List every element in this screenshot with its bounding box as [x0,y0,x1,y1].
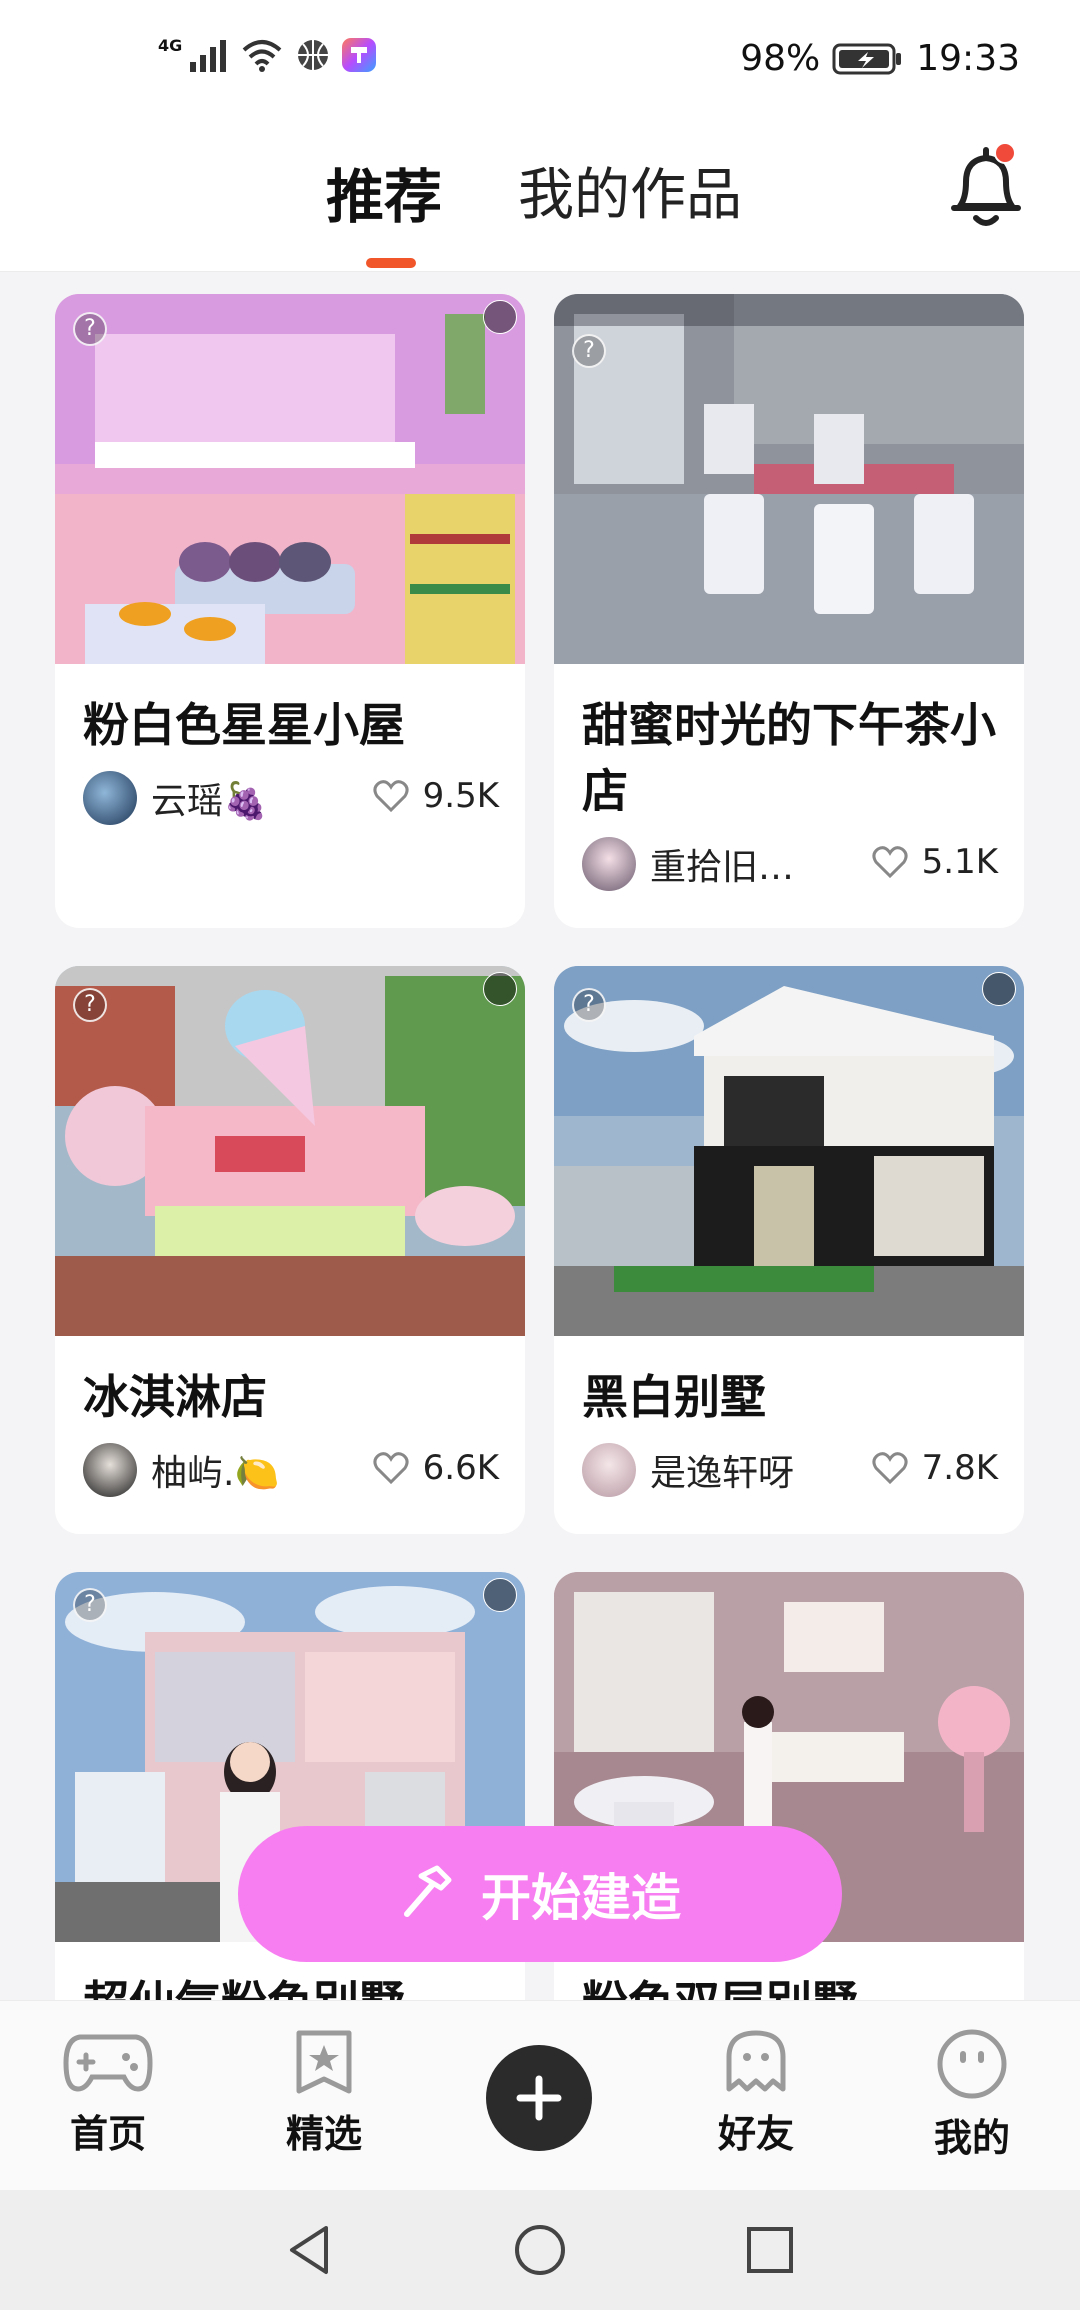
clock: 19:33 [916,38,1020,79]
home-circle-icon[interactable] [510,2220,570,2280]
work-meta: 重拾旧… 5.1K [554,824,1024,904]
work-thumbnail: ? [554,966,1024,1336]
work-title: 冰淇淋店 [83,1370,267,1424]
hammer-icon [404,1865,452,1917]
nav-home[interactable]: 首页 [28,2027,188,2158]
author-name[interactable]: 云瑶🍇 [151,772,268,824]
app-notification-icon [342,38,377,72]
works-feed: ? 粉白色星星小屋 云瑶🍇 9.5K ? 甜蜜时光的下午茶小店 重拾旧… 5.1… [0,272,1080,2000]
system-navigation-bar [0,2190,1080,2310]
avatar[interactable] [83,771,137,825]
battery-charging-icon [832,43,902,74]
heart-icon [373,780,409,812]
nav-label: 首页 [69,2112,146,2156]
basketball-icon [298,40,329,70]
like-count: 9.5K [422,776,499,816]
work-thumbnail: ? [55,294,525,664]
heart-icon [872,846,908,878]
recents-square-icon[interactable] [740,2220,800,2280]
thumb-info-bar [554,294,1024,326]
save-badge-icon [982,972,1016,1006]
nav-me[interactable]: 我的 [892,2027,1052,2162]
tab-my-works[interactable]: 我的作品 [518,150,742,231]
work-title: 黑白别墅 [582,1370,766,1424]
work-card[interactable]: ? 冰淇淋店 柚屿.🍋 6.6K [55,966,525,1534]
author-name[interactable]: 重拾旧… [650,838,794,890]
avatar[interactable] [582,837,636,891]
status-left-icons: 4G [158,35,377,72]
work-card[interactable]: ? 甜蜜时光的下午茶小店 重拾旧… 5.1K [554,294,1024,928]
network-type: 4G [158,35,183,55]
like-count: 5.1K [921,842,998,882]
nav-label: 我的 [933,2116,1010,2160]
status-right: 98% 19:33 [740,38,1020,79]
ghost-icon [726,2030,786,2092]
author-name[interactable]: 柚屿.🍋 [151,1444,279,1496]
create-button[interactable] [486,2045,592,2151]
plus-icon [516,2075,562,2121]
back-icon[interactable] [280,2220,340,2280]
tab-recommended[interactable]: 推荐 [326,150,442,234]
bottom-navigation: 首页 精选 好友 我的 [0,2000,1080,2190]
signal-icon [190,40,227,72]
start-building-button[interactable]: 开始建造 [238,1826,842,1962]
author-name[interactable]: 是逸轩呀 [650,1444,794,1496]
top-tab-bar: 推荐 我的作品 [0,120,1080,272]
battery-percent: 98% [740,38,821,79]
save-badge-icon [483,972,517,1006]
nav-label: 好友 [717,2112,794,2156]
nav-featured[interactable]: 精选 [244,2027,404,2158]
status-bar: 4G 98% 19:33 [0,0,1080,120]
work-meta: 是逸轩呀 7.8K [554,1430,1024,1510]
like-button[interactable]: 6.6K [373,1448,499,1488]
like-count: 6.6K [422,1448,499,1488]
help-icon[interactable]: ? [73,988,107,1022]
work-title: 粉白色星星小屋 [83,698,405,752]
work-title: 甜蜜时光的下午茶小店 [582,698,996,818]
active-tab-indicator [366,258,416,268]
smiley-icon [937,2029,1007,2099]
avatar[interactable] [83,1443,137,1497]
notification-dot [994,142,1016,164]
wifi-icon [242,40,282,72]
camera-icon[interactable] [483,1578,517,1612]
like-count: 7.8K [921,1448,998,1488]
work-thumbnail: ? [554,294,1024,664]
work-card[interactable]: ? 黑白别墅 是逸轩呀 7.8K [554,966,1024,1534]
heart-icon [373,1452,409,1484]
help-icon[interactable]: ? [572,988,606,1022]
help-icon[interactable]: ? [73,312,107,346]
app-screen: 4G 98% 19:33 推荐 我的作品 ? 粉白色星星小屋 云瑶🍇 9.5K … [0,0,1080,2310]
help-icon[interactable]: ? [572,334,606,368]
heart-icon [872,1452,908,1484]
like-button[interactable]: 7.8K [872,1448,998,1488]
avatar[interactable] [582,1443,636,1497]
work-thumbnail: ? [55,966,525,1336]
start-building-label: 开始建造 [481,1869,681,1927]
nav-label: 精选 [285,2112,362,2156]
work-meta: 云瑶🍇 9.5K [55,758,525,838]
gamepad-icon [63,2034,153,2092]
work-card[interactable]: ? 粉白色星星小屋 云瑶🍇 9.5K [55,294,525,928]
help-icon[interactable]: ? [73,1588,107,1622]
like-button[interactable]: 9.5K [373,776,499,816]
save-badge-icon [483,300,517,334]
nav-friends[interactable]: 好友 [676,2027,836,2158]
star-bookmark-icon [296,2030,352,2094]
work-meta: 柚屿.🍋 6.6K [55,1430,525,1510]
like-button[interactable]: 5.1K [872,842,998,882]
